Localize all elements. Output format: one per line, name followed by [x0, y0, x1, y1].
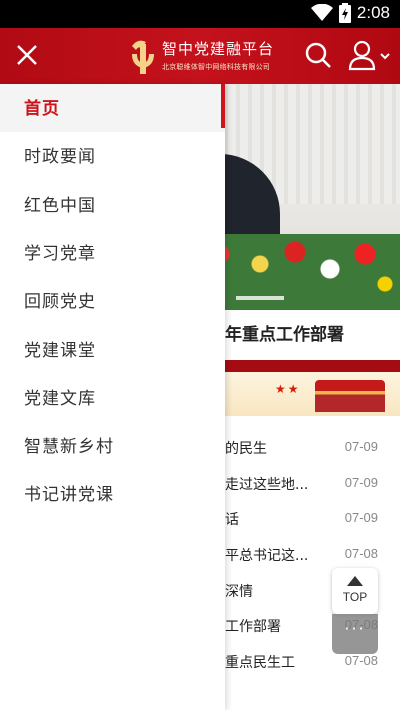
drawer-item-party-library[interactable]: 党建文库	[0, 374, 225, 422]
news-title: 平总书记这...	[225, 548, 309, 565]
news-title: 工作部署	[225, 619, 281, 636]
drawer-item-label: 党建课堂	[24, 340, 96, 361]
news-item[interactable]: 话 07-09	[225, 503, 400, 539]
party-emblem-icon	[132, 40, 154, 74]
carousel-indicator	[236, 296, 284, 300]
news-date: 07-08	[344, 653, 378, 669]
app-subtitle: 北京聪维体智中网络科技有限公司	[162, 63, 270, 71]
battery-icon	[338, 3, 351, 23]
chevron-down-icon	[380, 53, 390, 60]
drawer-item-party-history[interactable]: 回顾党史	[0, 277, 225, 325]
drawer-item-party-constitution[interactable]: 学习党章	[0, 229, 225, 277]
drawer-item-label: 智慧新乡村	[24, 437, 114, 458]
news-date: 07-09	[344, 439, 378, 454]
drawer-item-label: 党建文库	[24, 388, 96, 409]
news-item[interactable]: 走过这些地... 07-09	[225, 468, 400, 504]
drawer-item-label: 回顾党史	[24, 292, 96, 313]
drawer-item-label: 时政要闻	[24, 147, 96, 168]
drawer-item-current-affairs[interactable]: 时政要闻	[0, 132, 225, 180]
news-title: 的民生	[225, 441, 267, 457]
search-icon[interactable]	[304, 41, 332, 69]
wifi-icon	[310, 4, 333, 21]
news-item[interactable]: 的民生 07-09	[225, 432, 400, 468]
active-indicator	[221, 84, 225, 128]
star-icons: ★★	[275, 382, 301, 396]
gate-icon	[315, 380, 385, 412]
news-date: 07-09	[344, 474, 378, 490]
drawer-item-secretary-lecture[interactable]: 书记讲党课	[0, 470, 225, 518]
drawer-item-red-china[interactable]: 红色中国	[0, 181, 225, 229]
more-button[interactable]: ···	[332, 614, 378, 654]
app-header: 智中党建融平台 北京聪维体智中网络科技有限公司	[0, 28, 400, 84]
drawer-item-smart-village[interactable]: 智慧新乡村	[0, 422, 225, 470]
tiananmen-banner: ★★	[225, 372, 400, 416]
close-icon[interactable]	[12, 40, 42, 70]
drawer-item-label: 学习党章	[24, 243, 96, 264]
status-bar: 2:08	[0, 0, 400, 28]
user-icon[interactable]	[348, 39, 392, 71]
news-date: 07-08	[344, 546, 378, 562]
news-title: 话	[225, 512, 239, 529]
news-title: 重点民生工	[225, 655, 295, 672]
navigation-drawer: 首页 时政要闻 红色中国 学习党章 回顾党史 党建课堂 党建文库 智慧新乡村 书…	[0, 84, 225, 710]
app-title: 智中党建融平台	[162, 40, 275, 58]
app-logo: 智中党建融平台 北京聪维体智中网络科技有限公司	[128, 36, 278, 78]
news-title: 走过这些地...	[225, 476, 309, 493]
drawer-item-label: 红色中国	[24, 195, 96, 216]
carousel-headline[interactable]: 年重点工作部署	[225, 320, 344, 345]
back-to-top-button[interactable]: TOP	[332, 568, 378, 614]
clock: 2:08	[356, 3, 390, 22]
back-to-top-label: TOP	[342, 590, 368, 604]
drawer-item-label: 首页	[24, 99, 60, 119]
drawer-item-home[interactable]: 首页	[0, 84, 225, 132]
news-title: 深情	[225, 583, 253, 600]
section-divider	[225, 360, 400, 372]
news-date: 07-09	[344, 510, 378, 526]
drawer-item-label: 书记讲党课	[24, 485, 114, 506]
drawer-item-party-classroom[interactable]: 党建课堂	[0, 326, 225, 374]
arrow-up-icon	[347, 576, 363, 586]
